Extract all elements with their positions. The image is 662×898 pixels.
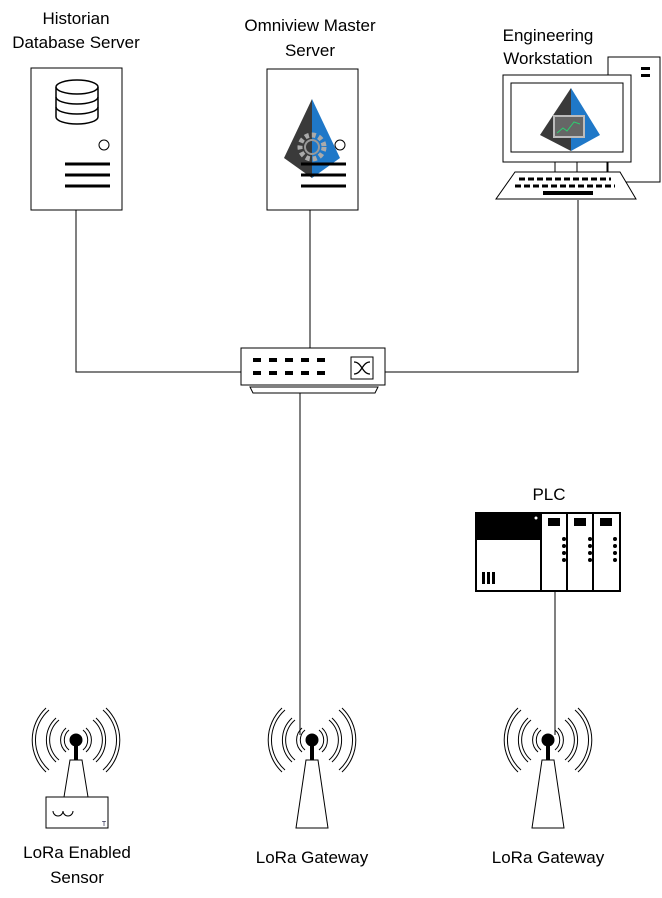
plc-label: PLC [532, 485, 565, 504]
monitor-icon [502, 74, 632, 172]
historian-label-2: Database Server [12, 33, 140, 52]
plc[interactable]: PLC [475, 485, 621, 592]
lora-gateway-1[interactable]: LoRa Gateway [256, 706, 369, 867]
power-led-icon [98, 139, 110, 151]
omniview-label-2: Server [285, 41, 335, 60]
sensor-label-2: Sensor [50, 868, 104, 887]
keyboard-icon [495, 171, 637, 200]
database-icon [55, 79, 99, 125]
omniview-server[interactable]: Omniview Master Server [244, 16, 376, 211]
historian-server[interactable]: Historian Database Server [12, 9, 140, 211]
link-historian-switch [75, 210, 241, 373]
workstation-label-1: Engineering [503, 26, 594, 45]
connections [75, 200, 579, 735]
lora-gateway-2[interactable]: LoRa Gateway [492, 706, 605, 867]
switch-shuffle-icon [350, 356, 374, 380]
power-led-icon [334, 139, 346, 151]
engineering-workstation[interactable]: Engineering Workstation [495, 26, 661, 200]
sensor-mark: T [102, 821, 107, 828]
sensor-label-1: LoRa Enabled [23, 843, 131, 862]
gateway-2-label: LoRa Gateway [492, 848, 605, 867]
workstation-label-2: Workstation [503, 49, 592, 68]
omniview-label-1: Omniview Master [244, 16, 376, 35]
network-diagram: Historian Database Server Omniview Maste… [12, 9, 661, 887]
link-workstation-switch [385, 200, 579, 373]
gateway-1-label: LoRa Gateway [256, 848, 369, 867]
network-switch[interactable] [240, 347, 386, 394]
historian-label-1: Historian [42, 9, 109, 28]
lora-sensor[interactable]: T LoRa Enabled Sensor [23, 706, 131, 887]
